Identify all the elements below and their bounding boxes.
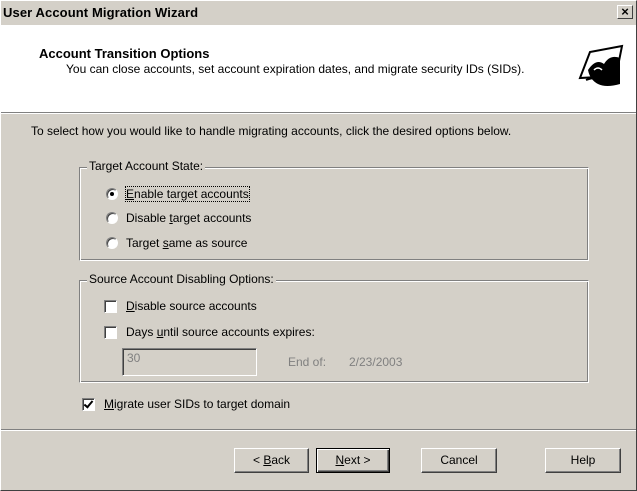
back-button[interactable]: < Back — [234, 448, 309, 473]
radio-button[interactable] — [106, 212, 118, 224]
end-of-label: End of: — [288, 355, 327, 369]
radio-label: Disable target accounts — [126, 211, 252, 225]
instructions-text: To select how you would like to handle m… — [31, 124, 512, 138]
checkbox-label: Days until source accounts expires: — [126, 325, 315, 339]
end-of-date: 2/23/2003 — [349, 355, 403, 369]
checkbox-label: Migrate user SIDs to target domain — [104, 397, 291, 411]
checkbox[interactable] — [104, 325, 117, 339]
radio-button[interactable] — [106, 188, 118, 200]
wizard-hand-icon — [576, 40, 627, 92]
wizard-window: User Account Migration Wizard × Account … — [0, 0, 637, 491]
target-account-state-legend: Target Account State: — [87, 159, 206, 173]
radio-same-as-source[interactable]: Target same as source — [106, 235, 247, 251]
migrate-sids-checkbox[interactable]: Migrate user SIDs to target domain — [82, 396, 290, 412]
checkbox[interactable] — [82, 397, 95, 411]
source-disabling-legend: Source Account Disabling Options: — [87, 272, 276, 286]
page-description: You can close accounts, set account expi… — [66, 62, 525, 76]
checkbox-label: Disable source accounts — [126, 299, 257, 313]
radio-disable-target[interactable]: Disable target accounts — [106, 210, 251, 226]
radio-label: Target same as source — [126, 236, 248, 250]
footer-separator — [1, 429, 636, 431]
radio-enable-target[interactable]: Enable target accounts — [106, 186, 250, 202]
header-separator — [1, 112, 636, 114]
days-until-expire-checkbox[interactable]: Days until source accounts expires: — [104, 324, 315, 340]
days-input[interactable]: 30 — [122, 348, 257, 376]
page-title: Account Transition Options — [39, 46, 210, 61]
window-title: User Account Migration Wizard — [3, 5, 199, 20]
cancel-button[interactable]: Cancel — [421, 448, 497, 473]
next-button[interactable]: Next > — [316, 448, 390, 473]
title-bar: User Account Migration Wizard × — [1, 1, 636, 25]
help-button[interactable]: Help — [545, 448, 621, 473]
wizard-header: Account Transition Options You can close… — [1, 25, 636, 112]
close-button[interactable]: × — [617, 5, 633, 19]
disable-source-accounts-checkbox[interactable]: Disable source accounts — [104, 298, 257, 314]
radio-button[interactable] — [106, 237, 118, 249]
checkbox[interactable] — [104, 299, 117, 313]
radio-label: Enable target accounts — [125, 186, 250, 202]
